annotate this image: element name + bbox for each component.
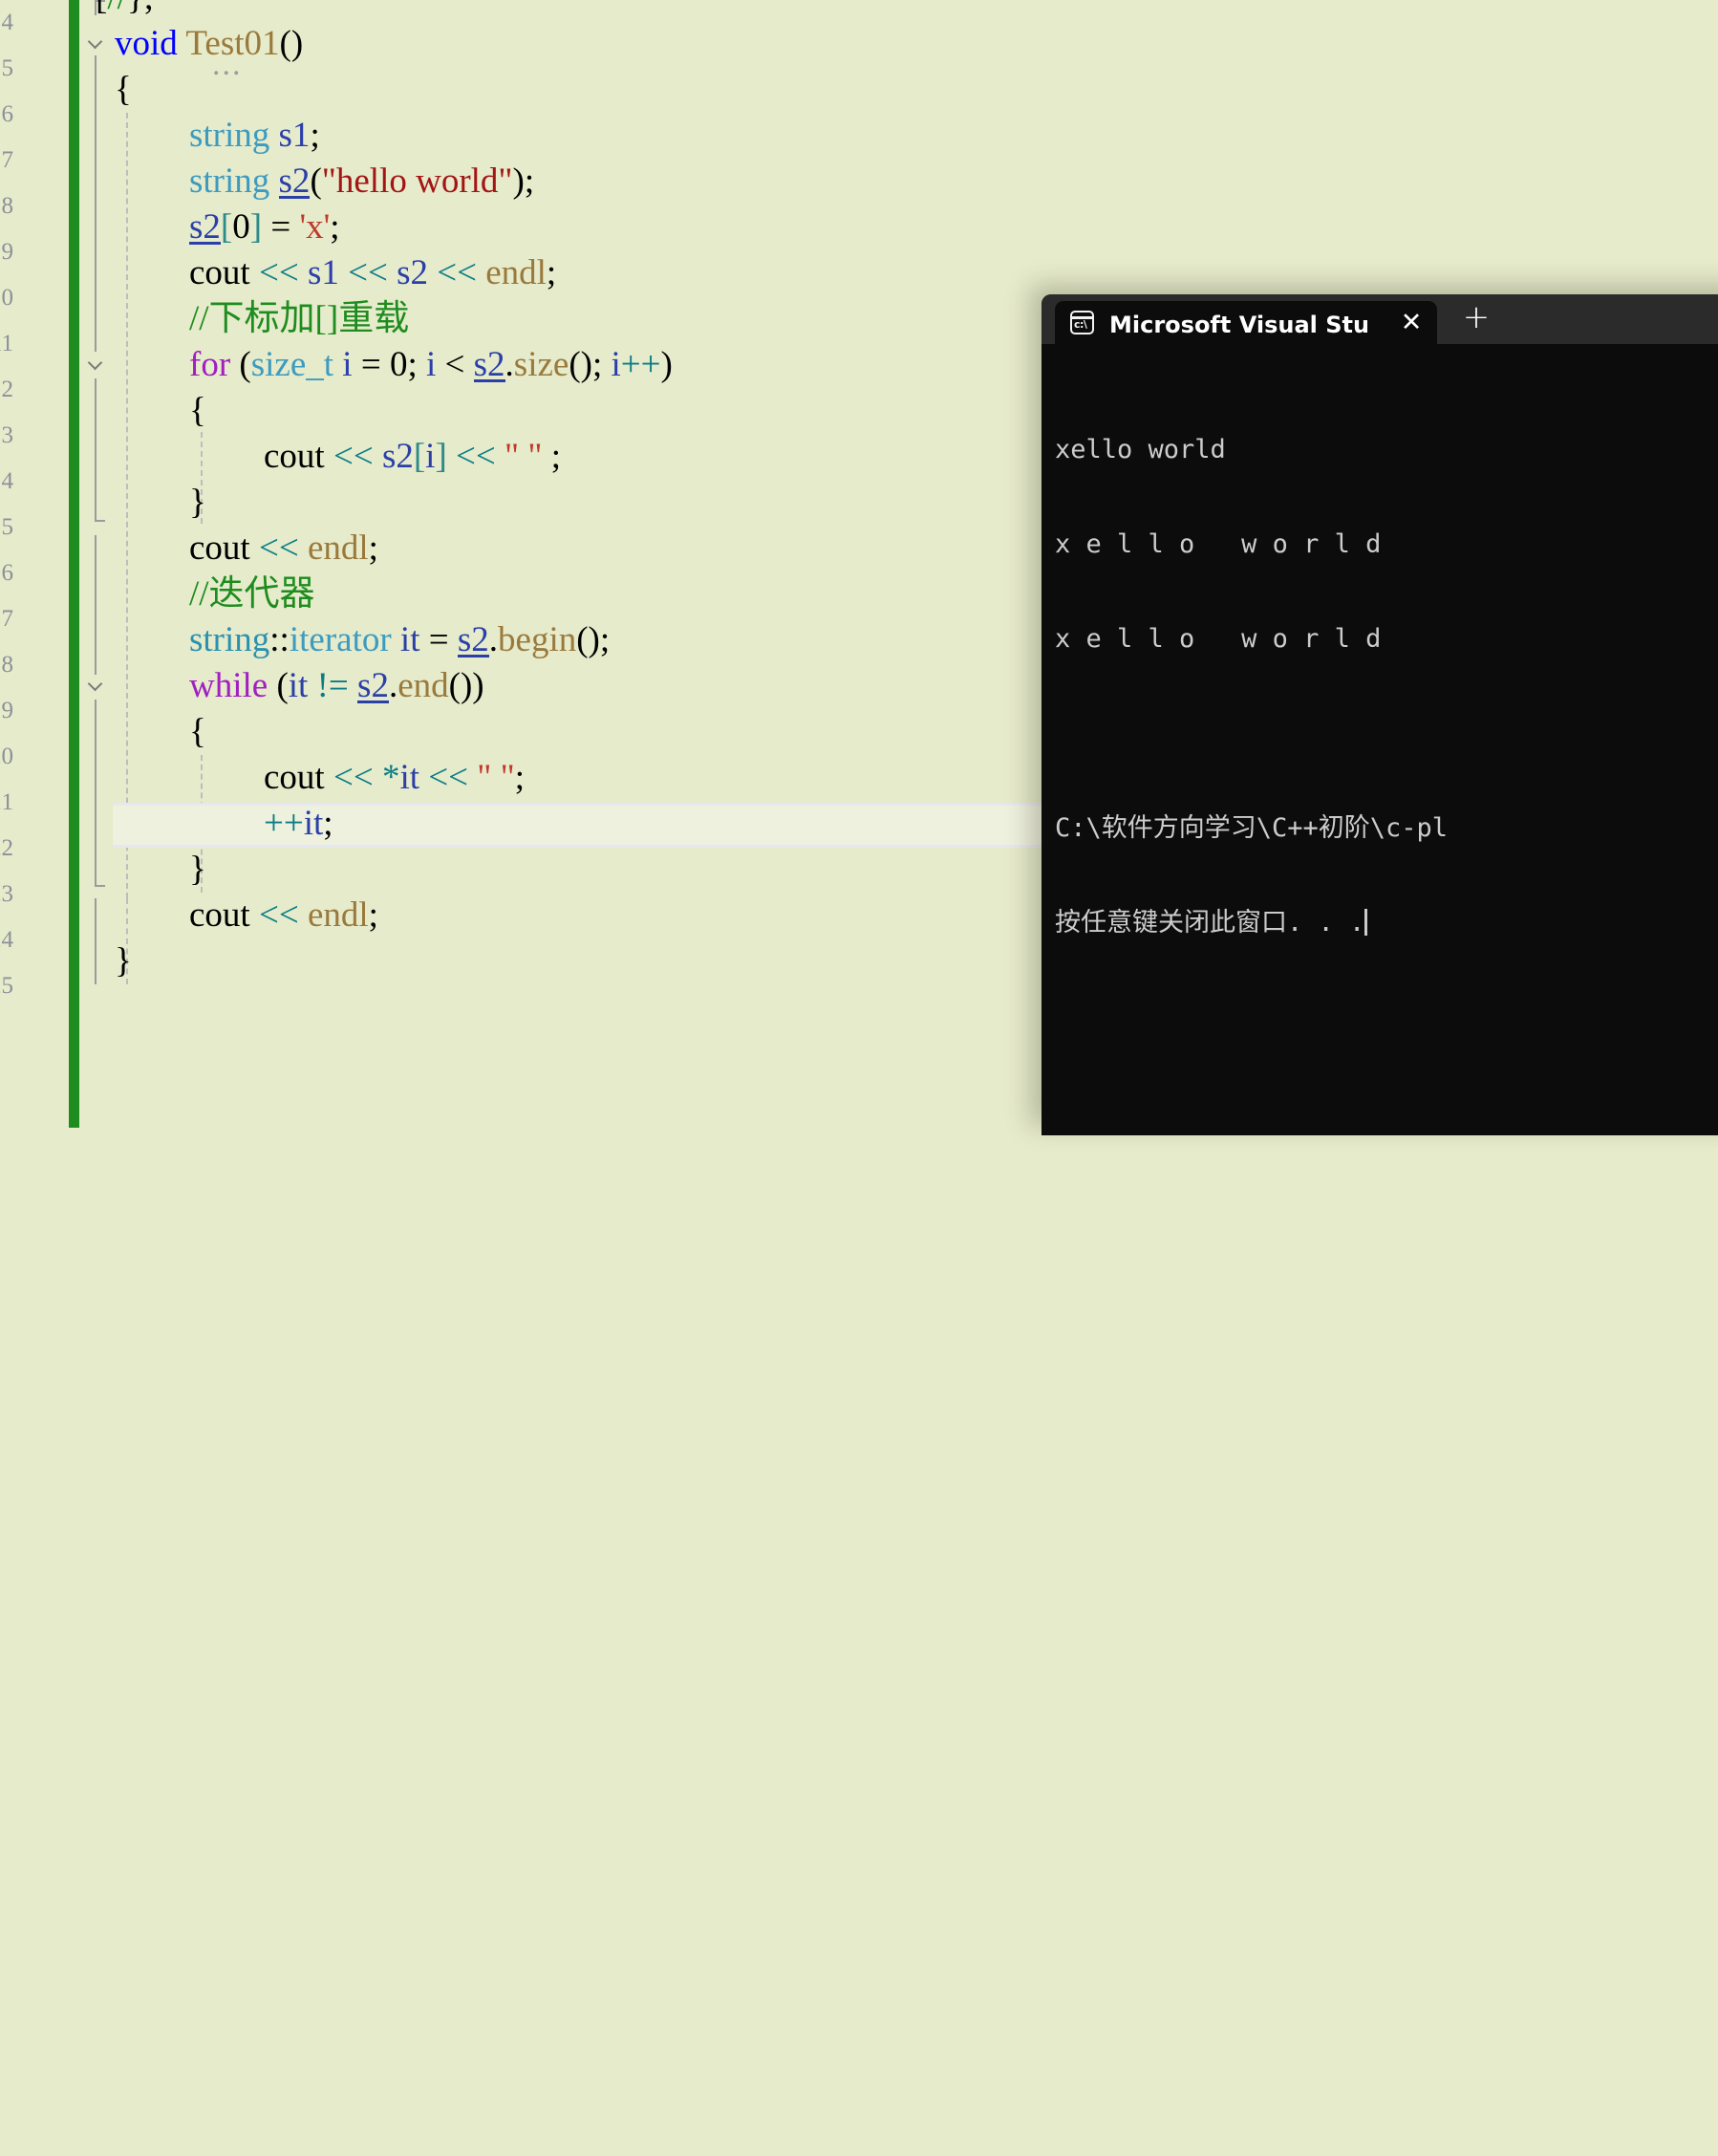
- code-line[interactable]: string::iterator it = s2.begin();: [189, 617, 610, 663]
- terminal-tab-title: Microsoft Visual Studio 调试挖: [1109, 312, 1367, 338]
- code-line-current[interactable]: ++it;: [264, 801, 333, 847]
- code-line[interactable]: while (it != s2.end()): [189, 663, 484, 709]
- code-line[interactable]: cout << s2[i] << " " ;: [264, 434, 561, 480]
- close-icon[interactable]: ✕: [1397, 309, 1426, 337]
- console-line: xello world: [1055, 435, 1226, 464]
- terminal-tab-active[interactable]: Microsoft Visual Studio 调试挖 ✕: [1055, 301, 1437, 344]
- code-line[interactable]: cout << *it << " ";: [264, 755, 525, 801]
- code-line[interactable]: }: [115, 938, 132, 984]
- code-line[interactable]: string s1;: [189, 113, 320, 159]
- code-line[interactable]: {: [189, 388, 206, 434]
- code-line-comment[interactable]: //下标加[]重载: [189, 296, 409, 342]
- new-tab-icon[interactable]: +: [1460, 301, 1493, 334]
- console-output[interactable]: xello world x e l l o w o r l d x e l l …: [1042, 344, 1718, 1135]
- console-line: x e l l o w o r l d: [1055, 624, 1397, 654]
- terminal-window[interactable]: Microsoft Visual Studio 调试挖 ✕ + xello wo…: [1042, 294, 1718, 1135]
- code-line[interactable]: cout << endl;: [189, 526, 378, 571]
- console-line-path: C:\软件方向学习\C++初阶\c-pl: [1055, 813, 1449, 843]
- code-line[interactable]: {: [189, 709, 206, 755]
- console-prompt-text: 按任意键关闭此窗口. . .: [1055, 908, 1365, 938]
- code-line[interactable]: }: [189, 847, 206, 893]
- terminal-title-bar[interactable]: Microsoft Visual Studio 调试挖 ✕ +: [1042, 294, 1718, 344]
- code-line[interactable]: }: [189, 480, 206, 526]
- code-line[interactable]: s2[0] = 'x';: [189, 205, 340, 250]
- text-cursor: [1364, 909, 1368, 936]
- console-line-prompt: 按任意键关闭此窗口. . .: [1055, 907, 1718, 938]
- code-line[interactable]: cout << endl;: [189, 893, 378, 938]
- code-line[interactable]: for (size_t i = 0; i < s2.size(); i++): [189, 342, 673, 388]
- code-line-comment[interactable]: //迭代器: [189, 571, 315, 617]
- code-line[interactable]: string s2("hello world");: [189, 159, 534, 205]
- terminal-icon: [1070, 311, 1094, 334]
- code-line[interactable]: void Test01(): [115, 21, 303, 67]
- code-line[interactable]: [//};: [96, 0, 154, 21]
- code-line[interactable]: {: [115, 67, 132, 113]
- code-line[interactable]: cout << s1 << s2 << endl;: [189, 250, 556, 296]
- console-line: x e l l o w o r l d: [1055, 529, 1397, 559]
